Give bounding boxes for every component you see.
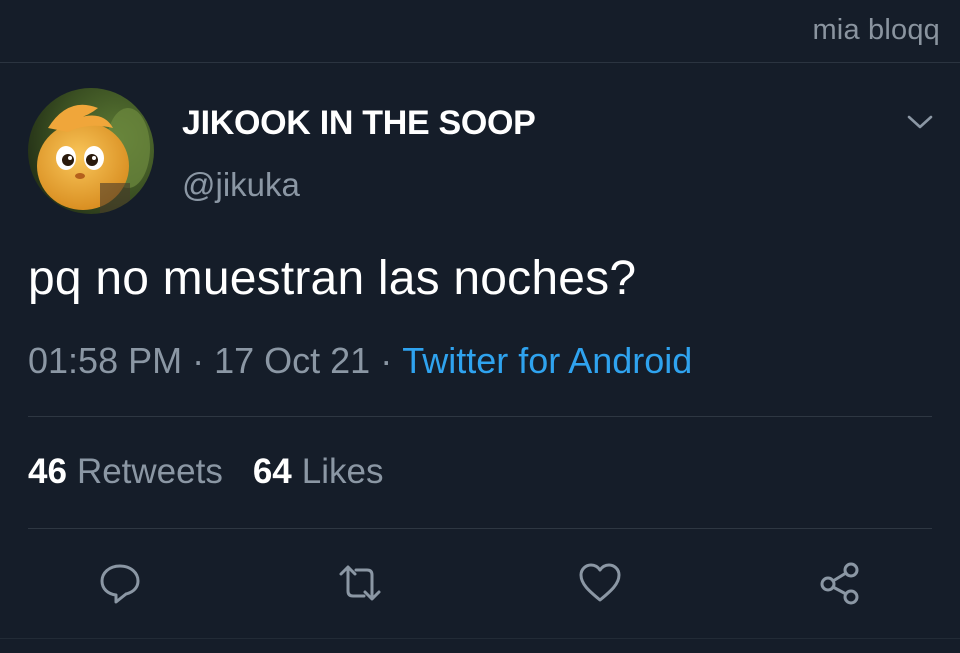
likes-count: 64 (252, 452, 292, 491)
retweets-label: Retweets (76, 452, 223, 491)
likes-stat[interactable]: 64 Likes (253, 452, 384, 491)
tweet-detail-screen: mia bloqq JIKOOK IN THE SOOP @jikuka pq … (0, 0, 960, 653)
separator: · (192, 340, 205, 381)
tweet-text: pq no muestran las noches? (28, 252, 637, 305)
likes-label: Likes (301, 452, 384, 491)
divider (28, 416, 932, 417)
retweet-icon[interactable] (337, 560, 383, 606)
reply-icon[interactable] (97, 560, 143, 606)
tweet-meta: 01:58 PM · 17 Oct 21 · Twitter for Android (28, 340, 692, 382)
separator: · (380, 340, 393, 381)
tweet-time: 01:58 PM (28, 340, 183, 381)
top-bar: mia bloqq (0, 0, 960, 63)
divider (0, 638, 960, 639)
avatar[interactable] (28, 88, 154, 214)
retweets-count: 46 (28, 452, 67, 491)
handle[interactable]: @jikuka (182, 166, 300, 204)
divider (28, 528, 932, 529)
chevron-down-icon[interactable] (905, 110, 935, 134)
retweets-stat[interactable]: 46 Retweets (28, 452, 223, 491)
tweet-stats: 46 Retweets 64 Likes (28, 452, 414, 492)
share-icon[interactable] (817, 560, 863, 606)
display-name[interactable]: JIKOOK IN THE SOOP (182, 104, 536, 143)
top-bar-title: mia bloqq (812, 14, 940, 46)
heart-icon[interactable] (577, 560, 623, 606)
tweet-source-link[interactable]: Twitter for Android (402, 340, 692, 381)
tweet-date: 17 Oct 21 (214, 340, 371, 381)
